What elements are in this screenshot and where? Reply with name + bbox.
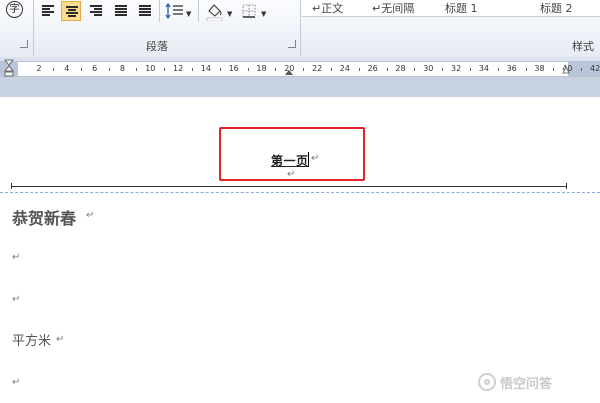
center-tab-marker-icon[interactable] xyxy=(284,68,294,76)
paragraph-mark: ↵ xyxy=(311,153,320,164)
align-right-icon xyxy=(90,5,102,17)
paragraph-mark: ↵ xyxy=(12,252,21,263)
chevron-down-icon: ▼ xyxy=(186,10,192,18)
paragraph-mark: ↵ xyxy=(56,334,65,345)
ruler-minor-tick xyxy=(386,68,388,71)
ruler-tick-label: 8 xyxy=(119,64,125,73)
header-divider-cap xyxy=(11,183,12,189)
justify-button[interactable] xyxy=(111,1,131,21)
toolbar-separator xyxy=(198,0,199,22)
toolbar-separator xyxy=(159,0,160,22)
paragraph-mark: ↵ xyxy=(12,294,21,305)
ruler-tick-label: 32 xyxy=(451,64,462,73)
ruler-minor-tick xyxy=(442,68,444,71)
ruler-tick-label: 28 xyxy=(395,64,406,73)
ruler-minor-tick xyxy=(581,68,583,71)
right-indent-marker-icon[interactable] xyxy=(562,62,570,74)
ruler-minor-tick xyxy=(219,68,221,71)
justify-icon xyxy=(115,5,127,17)
ruler-tick-label: 16 xyxy=(228,64,239,73)
paint-bucket-icon xyxy=(206,4,223,22)
borders-icon xyxy=(242,4,256,18)
ribbon: 字 ▼ ▼ ▼ 段落 ↵正文 ↵无间隔 标题 1 标题 2 样式 xyxy=(0,0,600,58)
style-normal[interactable]: ↵正文 xyxy=(312,0,370,14)
ruler-tick-label: 36 xyxy=(506,64,517,73)
ruler-tick-label: 18 xyxy=(256,64,267,73)
header-text[interactable]: 第一页 xyxy=(271,152,309,169)
borders-button[interactable]: ▼ xyxy=(240,1,270,21)
ruler-tick-label: 2 xyxy=(36,64,42,73)
align-left-icon xyxy=(42,5,54,17)
body-heading[interactable]: 恭贺新春 xyxy=(12,205,76,229)
align-center-button[interactable] xyxy=(61,1,81,21)
ruler-tick-label: 34 xyxy=(478,64,489,73)
align-left-button[interactable] xyxy=(38,1,58,21)
ruler-minor-tick xyxy=(497,68,499,71)
ruler-tick-label: 10 xyxy=(145,64,156,73)
ruler-minor-tick xyxy=(553,68,555,71)
header-divider xyxy=(11,186,567,187)
chevron-down-icon: ▼ xyxy=(227,10,233,18)
ruler-tick-label: 38 xyxy=(534,64,545,73)
paragraph-group-label: 段落 xyxy=(146,40,168,53)
paragraph-dialog-launcher-icon[interactable] xyxy=(288,40,296,48)
enclose-characters-button[interactable]: 字 xyxy=(6,1,23,18)
ruler-minor-tick xyxy=(525,68,527,71)
styles-group-label: 样式 xyxy=(572,40,594,53)
header-boundary xyxy=(0,192,600,193)
ruler-tick-label: 26 xyxy=(367,64,378,73)
watermark-text: 悟空问答 xyxy=(500,376,553,392)
indent-marker-icon[interactable] xyxy=(4,58,14,82)
style-no-spacing[interactable]: ↵无间隔 xyxy=(372,0,436,14)
ruler-minor-tick xyxy=(247,68,249,71)
ruler-minor-tick xyxy=(358,68,360,71)
ruler-minor-tick xyxy=(52,68,54,71)
style-heading-1[interactable]: 标题 1 xyxy=(445,0,505,14)
group-separator xyxy=(33,0,34,56)
ruler-tick-label: 24 xyxy=(339,64,350,73)
distributed-button[interactable] xyxy=(135,1,155,21)
body-text-line[interactable]: 平方米 xyxy=(12,330,51,349)
ruler-tick-label: 30 xyxy=(423,64,434,73)
distributed-icon xyxy=(139,5,151,17)
ruler-minor-tick xyxy=(136,68,138,71)
paragraph-mark: ↵ xyxy=(12,377,21,388)
align-center-icon xyxy=(66,6,78,18)
paragraph-mark: ↵ xyxy=(86,210,95,221)
shading-button[interactable]: ▼ xyxy=(204,1,234,22)
horizontal-ruler[interactable]: 2 4 6 8 10 12 14 16 18 20 22 24 26 28 30 32 34 36 38 40 42 xyxy=(0,61,600,77)
ruler-tick-label: 12 xyxy=(173,64,184,73)
ruler-minor-tick xyxy=(80,68,82,71)
ruler-tick-label: 14 xyxy=(200,64,211,73)
line-spacing-button[interactable]: ▼ xyxy=(164,1,192,21)
group-separator xyxy=(300,0,301,56)
wukong-logo-icon xyxy=(478,373,496,391)
ruler-minor-tick xyxy=(330,68,332,71)
ruler-minor-tick xyxy=(469,68,471,71)
ruler-tick-label: 22 xyxy=(312,64,323,73)
ruler-tick-label: 42 xyxy=(590,64,600,73)
font-dialog-launcher-icon[interactable] xyxy=(20,40,28,48)
text-cursor xyxy=(308,152,309,167)
ruler-minor-tick xyxy=(275,68,277,71)
ruler-tick-label: 4 xyxy=(64,64,70,73)
ruler-minor-tick xyxy=(164,68,166,71)
watermark: 悟空问答 xyxy=(478,371,552,393)
ruler-minor-tick xyxy=(191,68,193,71)
chevron-down-icon: ▼ xyxy=(261,10,267,18)
ruler-tick-label: 6 xyxy=(92,64,98,73)
ruler-minor-tick xyxy=(303,68,305,71)
header-divider-cap xyxy=(566,183,567,189)
style-heading-2[interactable]: 标题 2 xyxy=(540,0,600,14)
paragraph-mark: ↵ xyxy=(287,169,296,180)
ruler-minor-tick xyxy=(414,68,416,71)
align-right-button[interactable] xyxy=(86,1,106,21)
ruler-underlay xyxy=(0,76,600,97)
ruler-minor-tick xyxy=(108,68,110,71)
